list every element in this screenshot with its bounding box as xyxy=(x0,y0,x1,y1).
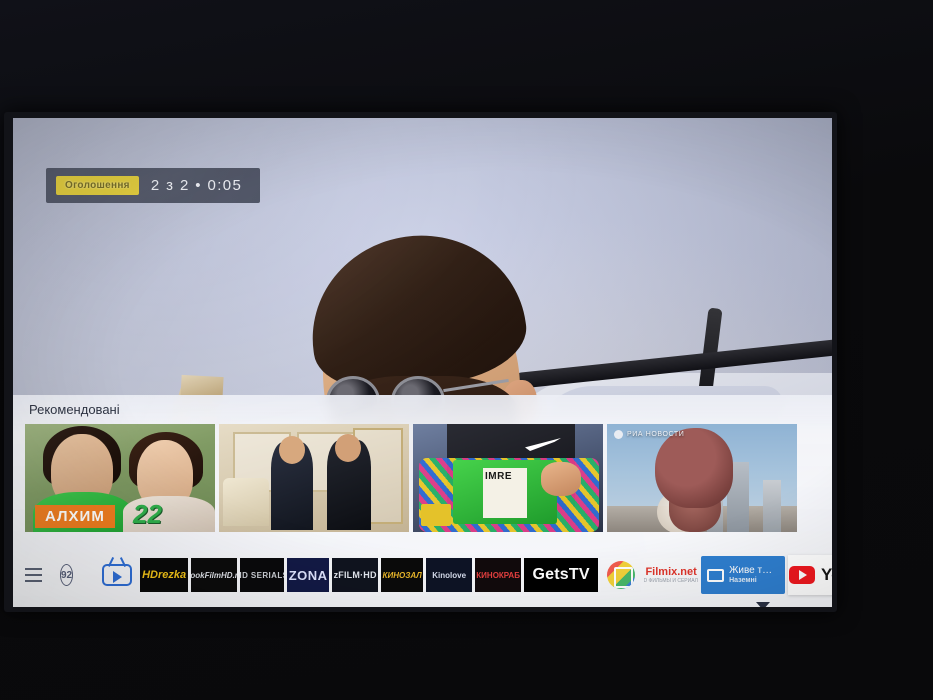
app-tiles: HDrezka LookFilmHD.ru HD SERIALS ZONA zF… xyxy=(97,555,832,595)
channel-number-badge[interactable]: 92 xyxy=(60,564,74,586)
recommended-section-title: Рекомендовані xyxy=(29,402,120,417)
tv-bezel: Оголошення 2 з 2 • 0:05 Рекомендовані АЛ… xyxy=(4,112,837,612)
recommended-card[interactable]: РИА НОВОСТИ xyxy=(607,424,797,532)
app-tile-hdserials[interactable]: HD SERIALS xyxy=(240,558,285,592)
recommended-row: АЛХИМ 22 IMRE РИА НОВОСТИ xyxy=(25,424,797,532)
app-tile-zfilmhd[interactable]: zFILM·HD xyxy=(332,558,379,592)
thumb-caption-banner: АЛХИМ xyxy=(35,505,115,528)
recommended-card[interactable] xyxy=(219,424,409,532)
live-tv-sublabel: Наземні xyxy=(729,576,757,584)
thumb-certificate-label: IMRE xyxy=(485,471,512,482)
app-tile-hdrezka[interactable]: HDrezka xyxy=(140,558,189,592)
app-launcher-bar: 92 HDrezka LookFilmHD.ru HD SERIALS ZONA… xyxy=(13,547,832,603)
thumb-person-right-head xyxy=(335,434,361,462)
photograph-of-tv: Оголошення 2 з 2 • 0:05 Рекомендовані АЛ… xyxy=(0,0,933,700)
ad-label-badge: Оголошення xyxy=(56,176,139,195)
monitor-icon xyxy=(707,568,725,582)
ad-counter-text: 2 з 2 • 0:05 xyxy=(150,177,243,194)
filmix-sublabel: HD ФИЛЬМЫ И СЕРИАЛЫ xyxy=(644,578,698,584)
app-tile-youtube[interactable]: YouTube xyxy=(788,555,832,595)
youtube-label: YouTube xyxy=(821,565,832,584)
watermark-logo-icon xyxy=(614,430,623,439)
youtube-play-icon xyxy=(789,566,816,584)
live-tv-label: Живе т… xyxy=(729,565,773,577)
thumb-episode-number: 22 xyxy=(133,499,162,529)
thumb-person-left-head xyxy=(279,436,305,464)
recommended-card[interactable]: АЛХИМ 22 xyxy=(25,424,215,532)
thumb-plume xyxy=(655,428,733,508)
hamburger-icon[interactable] xyxy=(25,568,42,582)
chevron-down-icon[interactable] xyxy=(756,602,770,607)
thumb-tower-2 xyxy=(763,480,781,532)
ad-status-overlay: Оголошення 2 з 2 • 0:05 xyxy=(46,168,261,203)
app-tile-kinokrab[interactable]: КИНОКРАБ xyxy=(475,558,522,592)
app-tile-kinolove[interactable]: Kinolove xyxy=(426,558,473,592)
recommended-card[interactable]: IMRE xyxy=(413,424,603,532)
app-tile-getstv[interactable]: GetsTV xyxy=(524,558,599,592)
watermark-text: РИА НОВОСТИ xyxy=(627,431,685,438)
thumb-object xyxy=(421,504,451,526)
app-tile-kinozal[interactable]: КИНОЗАЛ xyxy=(381,558,424,592)
tv-screen: Оголошення 2 з 2 • 0:05 Рекомендовані АЛ… xyxy=(13,118,832,607)
filmix-label: Filmix.net xyxy=(645,566,697,578)
home-panel: Рекомендовані АЛХИМ 22 IMRE РИА НОВОСТИ … xyxy=(13,395,832,607)
app-tile-colorapp[interactable] xyxy=(601,558,642,592)
app-tile-live-tv[interactable]: Живе т… Наземні xyxy=(701,556,786,594)
thumb-hand xyxy=(541,462,581,496)
app-tile-lookfilm[interactable]: LookFilmHD.ru xyxy=(191,558,238,592)
thumb-watermark: РИА НОВОСТИ xyxy=(614,430,684,439)
colorapp-logo-icon xyxy=(607,561,636,589)
app-tile-filmix[interactable]: Filmix.net HD ФИЛЬМЫ И СЕРИАЛЫ xyxy=(644,558,699,592)
app-tile-zona[interactable]: ZONA xyxy=(287,558,330,592)
thumb-chairs xyxy=(223,478,269,526)
tv-play-icon[interactable] xyxy=(97,558,137,592)
